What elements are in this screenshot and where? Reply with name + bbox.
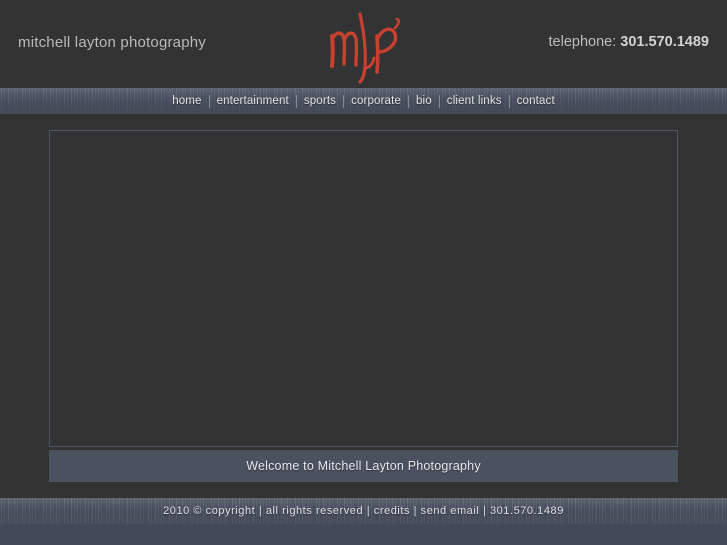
nav-items-container: home entertainment sports corporate bio … bbox=[0, 88, 727, 114]
nav-item-entertainment[interactable]: entertainment bbox=[210, 88, 296, 114]
site-header: mitchell layton photography telephone: 3… bbox=[0, 0, 727, 88]
nav-item-client-links[interactable]: client links bbox=[440, 88, 509, 114]
footer-link-credits[interactable]: credits bbox=[374, 505, 410, 517]
image-stage-area[interactable] bbox=[49, 130, 678, 447]
footer-separator: | bbox=[255, 505, 266, 517]
footer-separator: | bbox=[363, 505, 374, 517]
site-brand-title: mitchell layton photography bbox=[18, 34, 207, 51]
nav-item-home[interactable]: home bbox=[165, 88, 208, 114]
stage-caption-text: Welcome to Mitchell Layton Photography bbox=[246, 459, 481, 473]
nav-item-corporate[interactable]: corporate bbox=[344, 88, 408, 114]
footer-phone: 301.570.1489 bbox=[489, 505, 564, 517]
page-root: mitchell layton photography telephone: 3… bbox=[0, 0, 727, 545]
nav-item-sports[interactable]: sports bbox=[297, 88, 343, 114]
telephone-label: telephone: bbox=[548, 34, 621, 50]
telephone-number: 301.570.1489 bbox=[620, 34, 709, 50]
footer-credits-line: 2010 © copyright | all rights reserved |… bbox=[163, 505, 564, 517]
footer-copyright: 2010 © copyright bbox=[163, 505, 256, 517]
nav-item-contact[interactable]: contact bbox=[510, 88, 562, 114]
footer-separator: | bbox=[479, 505, 490, 517]
stage-caption-bar: Welcome to Mitchell Layton Photography bbox=[49, 450, 678, 482]
header-telephone: telephone: 301.570.1489 bbox=[549, 34, 709, 50]
site-footer-bar: 2010 © copyright | all rights reserved |… bbox=[0, 498, 727, 545]
nav-item-bio[interactable]: bio bbox=[409, 88, 439, 114]
footer-content: 2010 © copyright | all rights reserved |… bbox=[0, 498, 727, 524]
footer-separator: | bbox=[410, 505, 421, 517]
main-navigation-bar: home entertainment sports corporate bio … bbox=[0, 88, 727, 114]
footer-link-send-email[interactable]: send email bbox=[421, 505, 480, 517]
footer-rights: all rights reserved bbox=[265, 505, 364, 517]
footer-solid-fill bbox=[0, 524, 727, 545]
